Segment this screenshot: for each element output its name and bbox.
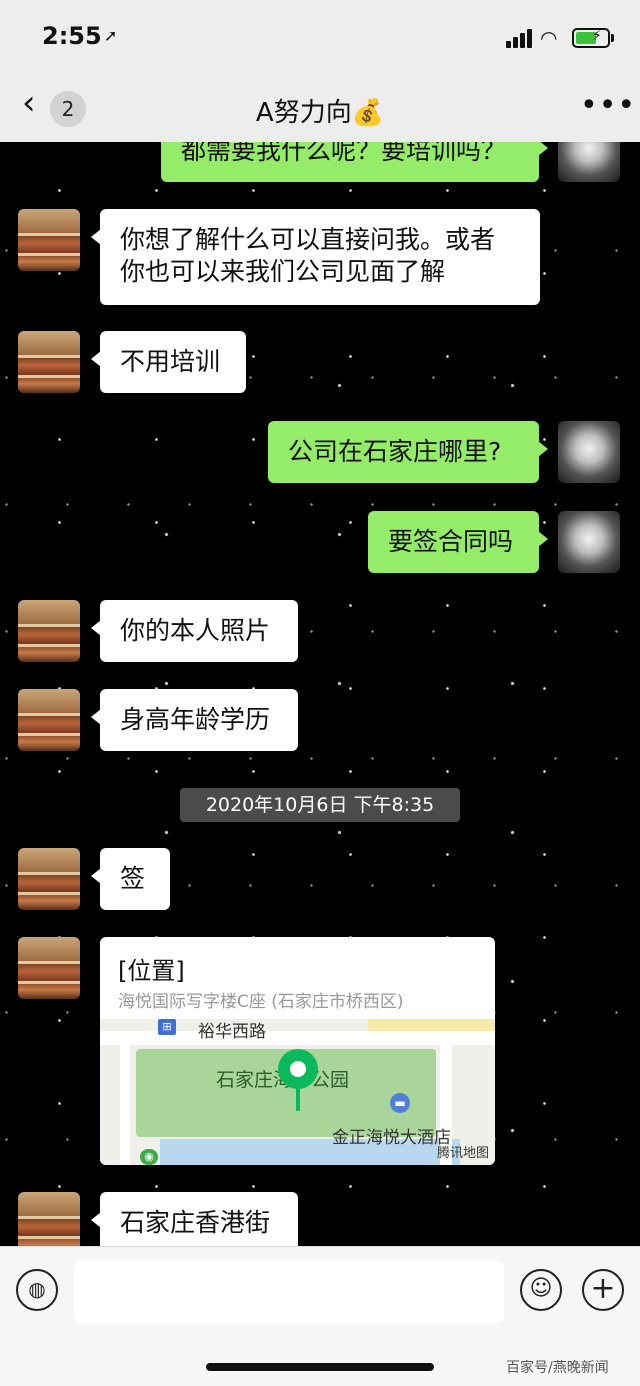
- message-bubble-incoming[interactable]: 你的本人照片: [91, 600, 298, 662]
- contact-avatar[interactable]: [18, 209, 80, 271]
- battery-tip: [611, 34, 614, 42]
- status-bar: 2:55 ➚ ◠ ⚡: [0, 0, 640, 72]
- message-input[interactable]: [74, 1261, 504, 1323]
- message-text: 石家庄香港街: [120, 1208, 271, 1237]
- message-text: 要签合同吗: [388, 527, 514, 556]
- map-road-highlight: [368, 1019, 495, 1031]
- message-text: 不用培训: [120, 347, 221, 376]
- watermark: 百家号/燕晚新闻: [506, 1360, 609, 1376]
- message-bubble-incoming[interactable]: 你想了解什么可以直接问我。或者 你也可以来我们公司见面了解: [91, 209, 540, 305]
- location-arrow-icon: ➚: [104, 26, 118, 45]
- my-avatar[interactable]: [558, 511, 620, 573]
- message-bubble-outgoing[interactable]: 公司在石家庄哪里?: [268, 421, 548, 483]
- map-preview[interactable]: ⊞ 裕华西路 石家庄海洋公园 ▬ 金正海悦大酒店 ◉ 腾讯地图: [100, 1019, 495, 1165]
- plus-icon[interactable]: +: [582, 1269, 624, 1311]
- contact-avatar[interactable]: [18, 331, 80, 393]
- battery-charging-icon: ⚡: [572, 28, 610, 48]
- message-bubble-incoming[interactable]: 签: [91, 848, 170, 910]
- metro-icon: ◉: [140, 1149, 158, 1165]
- message-bubble-incoming[interactable]: 身高年龄学历: [91, 689, 298, 751]
- message-text: 你的本人照片: [120, 616, 271, 645]
- message-bubble-incoming[interactable]: 石家庄香港街: [91, 1192, 298, 1246]
- message-text: 公司在石家庄哪里?: [288, 437, 502, 466]
- voice-icon[interactable]: ◍: [16, 1269, 58, 1311]
- message-list[interactable]: 都需要我什么呢？要培训吗？ 你想了解什么可以直接问我。或者 你也可以来我们公司见…: [0, 142, 640, 1246]
- message-text: 都需要我什么呢？要培训吗？: [181, 142, 507, 165]
- chat-header: ‹ 2 A努力向💰 •••: [0, 72, 640, 143]
- chat-title: A努力向💰: [255, 98, 385, 128]
- hotel-icon: ▬: [390, 1093, 410, 1113]
- my-avatar[interactable]: [558, 142, 620, 182]
- message-text-line: 你也可以来我们公司见面了解: [120, 257, 446, 286]
- location-message-card[interactable]: [位置] 海悦国际写字楼C座 (石家庄市桥西区) ⊞ 裕华西路 石家庄海洋公园 …: [100, 937, 495, 1165]
- my-avatar[interactable]: [558, 421, 620, 483]
- map-credit: 腾讯地图: [436, 1146, 489, 1161]
- bus-station-icon: ⊞: [158, 1019, 176, 1035]
- location-card-title: [位置]: [118, 957, 185, 985]
- signal-icon: [506, 28, 534, 48]
- map-road-label: 裕华西路: [198, 1022, 266, 1042]
- map-hotel-label: 金正海悦大酒店: [332, 1128, 451, 1148]
- message-bubble-outgoing[interactable]: 都需要我什么呢？要培训吗？: [161, 142, 548, 182]
- message-bubble-outgoing[interactable]: 要签合同吗: [368, 511, 548, 573]
- map-road: [120, 1039, 130, 1165]
- contact-avatar[interactable]: [18, 689, 80, 751]
- contact-avatar[interactable]: [18, 600, 80, 662]
- wifi-icon: ◠: [540, 26, 558, 50]
- more-options-icon[interactable]: •••: [580, 88, 636, 123]
- emoji-icon[interactable]: ☺: [520, 1269, 562, 1311]
- message-bubble-incoming[interactable]: 不用培训: [91, 331, 246, 393]
- contact-avatar[interactable]: [18, 937, 80, 999]
- message-text-line: 你想了解什么可以直接问我。或者: [120, 225, 496, 254]
- status-time: 2:55: [42, 22, 102, 50]
- input-bar: ◍ ☺ + 百家号/燕晚新闻: [0, 1246, 640, 1386]
- contact-avatar[interactable]: [18, 1192, 80, 1246]
- chat-timestamp: 2020年10月6日 下午8:35: [180, 788, 460, 822]
- location-card-address: 海悦国际写字楼C座 (石家庄市桥西区): [118, 992, 404, 1012]
- contact-avatar[interactable]: [18, 848, 80, 910]
- message-text: 身高年龄学历: [120, 705, 271, 734]
- map-pin-stem: [296, 1083, 300, 1111]
- message-text: 签: [120, 864, 146, 893]
- home-indicator: [206, 1363, 434, 1371]
